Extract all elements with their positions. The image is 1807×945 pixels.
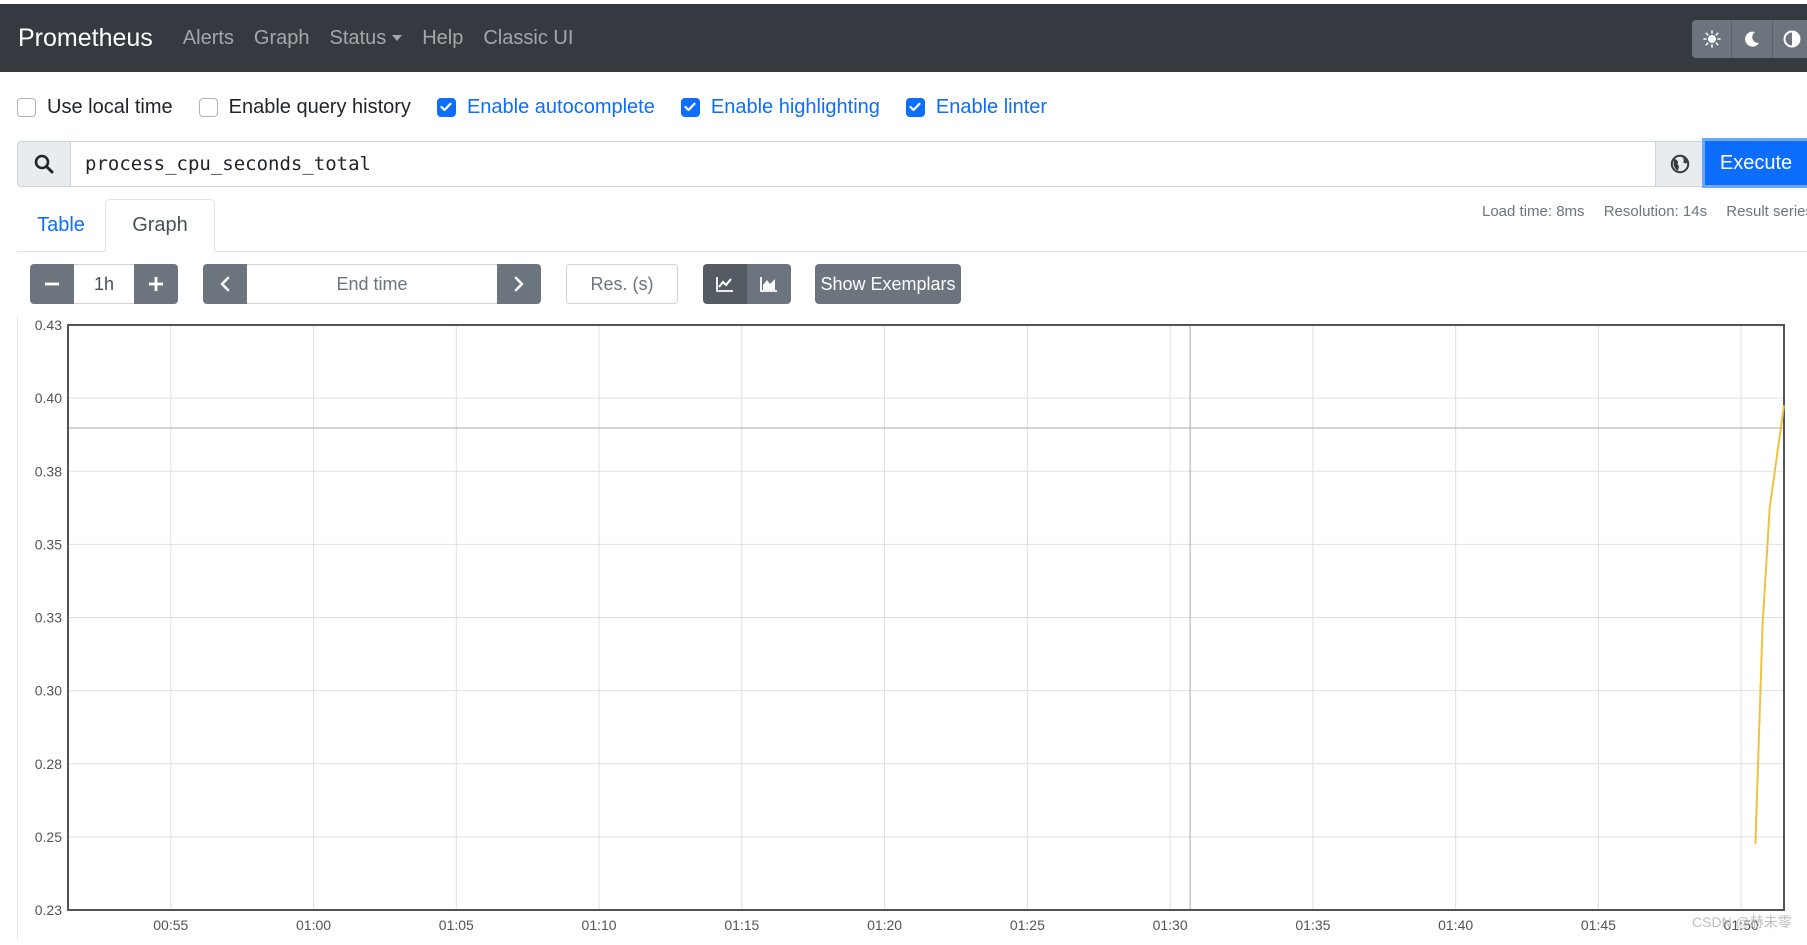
x-tick-label: 01:00: [296, 917, 331, 933]
chart-mode-toggle: [703, 264, 791, 304]
x-tick-label: 01:30: [1153, 917, 1188, 933]
query-bar: process_cpu_seconds_total Execute: [17, 141, 1807, 187]
resolution: Resolution: 14s: [1603, 203, 1708, 220]
end-time-control: End time: [203, 264, 541, 304]
nav-alerts[interactable]: Alerts: [183, 27, 234, 50]
x-tick-label: 01:40: [1438, 917, 1473, 933]
y-tick-label: 0.23: [35, 902, 62, 918]
resolution-input[interactable]: Res. (s): [566, 264, 678, 304]
expression-input[interactable]: process_cpu_seconds_total: [71, 141, 1655, 187]
minus-icon: [45, 282, 59, 286]
chevron-down-icon: [392, 35, 403, 41]
line-chart-button[interactable]: [703, 264, 747, 304]
nav-graph[interactable]: Graph: [254, 27, 310, 50]
checkbox-box[interactable]: [905, 97, 925, 117]
dark-theme-button[interactable]: [1731, 20, 1771, 58]
execute-button[interactable]: Execute: [1705, 141, 1807, 185]
stacked-chart-button[interactable]: [747, 264, 791, 304]
query-stats: Load time: 8ms Resolution: 14s Result se…: [1482, 203, 1807, 220]
check-icon: [684, 102, 696, 112]
enable-query-history-label: Enable query history: [228, 95, 411, 118]
checkbox-box[interactable]: [436, 97, 456, 117]
line-chart-icon: [716, 277, 733, 292]
x-tick-label: 00:55: [153, 917, 188, 933]
top-navbar: Prometheus Alerts Graph Status Help Clas…: [0, 4, 1807, 72]
y-tick-label: 0.43: [35, 317, 62, 333]
y-tick-label: 0.35: [35, 536, 62, 552]
brand-logo[interactable]: Prometheus: [18, 24, 153, 53]
enable-linter-checkbox[interactable]: Enable linter: [905, 95, 1048, 119]
x-tick-label: 01:45: [1581, 917, 1616, 933]
checkbox-box[interactable]: [680, 97, 700, 117]
metrics-explorer-button[interactable]: [1655, 141, 1705, 187]
use-local-time-label: Use local time: [47, 95, 173, 118]
y-tick-label: 0.33: [35, 610, 62, 626]
y-tick-label: 0.28: [35, 756, 62, 772]
range-control: 1h: [30, 264, 178, 304]
nav-status-label: Status: [329, 26, 387, 49]
decrease-range-button[interactable]: [30, 264, 74, 304]
search-icon: [34, 154, 54, 174]
nav-status[interactable]: Status: [330, 27, 403, 50]
sun-icon: [1702, 30, 1721, 48]
light-theme-button[interactable]: [1692, 20, 1731, 58]
chevron-right-icon: [514, 276, 524, 292]
next-time-button[interactable]: [497, 264, 541, 304]
increase-range-button[interactable]: [134, 264, 178, 304]
chevron-left-icon: [220, 276, 230, 292]
x-tick-label: 01:15: [724, 917, 759, 933]
check-icon: [440, 102, 453, 112]
x-tick-label: 01:05: [439, 917, 474, 933]
enable-linter-label: Enable linter: [935, 95, 1048, 118]
enable-highlighting-label: Enable highlighting: [710, 95, 880, 118]
theme-toggle-group: [1692, 20, 1807, 58]
checkbox-box[interactable]: [198, 97, 218, 117]
y-tick-label: 0.38: [35, 463, 62, 479]
x-tick-label: 01:25: [1010, 917, 1045, 933]
checkbox-box[interactable]: [17, 97, 36, 117]
x-tick-label: 01:10: [582, 917, 617, 933]
moon-icon: [1745, 31, 1759, 47]
x-tick-label: 01:35: [1295, 917, 1330, 933]
search-icon-addon: [17, 141, 71, 187]
use-local-time-checkbox[interactable]: Use local time: [17, 96, 173, 119]
auto-theme-button[interactable]: [1771, 20, 1807, 58]
result-series: Result series: 1: [1726, 203, 1807, 220]
graph-area: 0.43 0.40 0.38 0.35 0.33 0.30 0.28 0.25 0.23 00:5…: [17, 316, 1807, 940]
enable-query-history-checkbox[interactable]: Enable query history: [198, 95, 411, 119]
y-tick-label: 0.40: [35, 390, 62, 406]
previous-time-button[interactable]: [203, 264, 247, 304]
enable-autocomplete-label: Enable autocomplete: [466, 95, 655, 118]
end-time-input[interactable]: End time: [247, 264, 497, 304]
tab-table[interactable]: Table: [17, 199, 105, 251]
enable-autocomplete-checkbox[interactable]: Enable autocomplete: [436, 95, 655, 119]
y-tick-label: 0.30: [35, 683, 62, 699]
watermark: CSDN @赫未零: [1692, 914, 1792, 930]
globe-icon: [1670, 154, 1690, 174]
query-options: Use local time Enable query history Enab…: [17, 93, 1073, 121]
x-tick-label: 01:20: [867, 917, 902, 933]
time-series-chart[interactable]: 0.43 0.40 0.38 0.35 0.33 0.30 0.28 0.25 0.23 00:5…: [18, 316, 1807, 940]
tab-graph[interactable]: Graph: [105, 199, 215, 252]
range-input[interactable]: 1h: [74, 264, 134, 304]
y-tick-label: 0.25: [35, 829, 62, 845]
check-icon: [909, 102, 921, 112]
load-time: Load time: 8ms: [1482, 203, 1585, 220]
area-chart-icon: [760, 277, 777, 292]
plus-icon: [149, 277, 163, 291]
nav-classic-ui[interactable]: Classic UI: [483, 27, 573, 50]
nav-help[interactable]: Help: [422, 27, 463, 50]
contrast-icon: [1783, 30, 1801, 48]
show-exemplars-button[interactable]: Show Exemplars: [815, 264, 961, 304]
enable-highlighting-checkbox[interactable]: Enable highlighting: [680, 95, 880, 119]
